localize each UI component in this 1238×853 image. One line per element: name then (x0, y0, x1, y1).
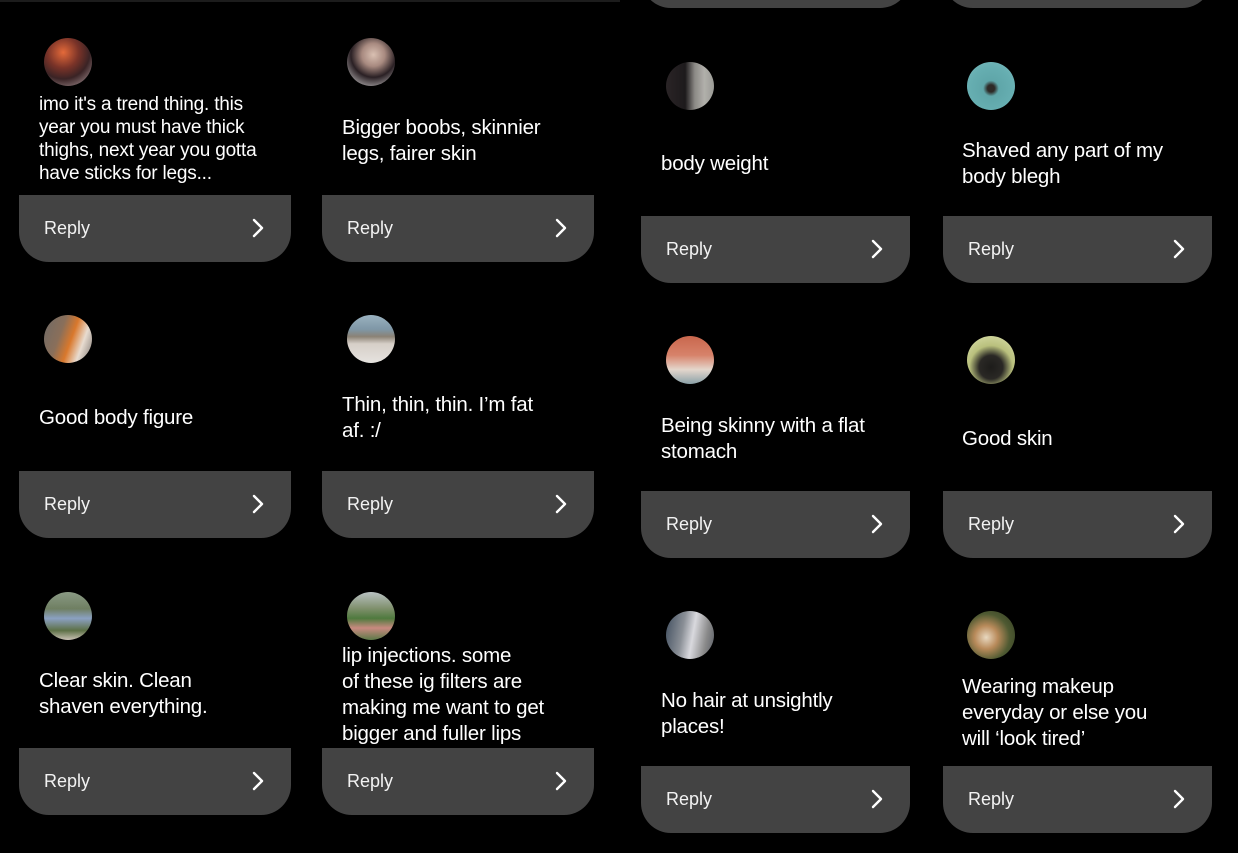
chevron-right-icon (252, 771, 264, 791)
avatar[interactable] (347, 38, 395, 86)
reply-button-partial[interactable] (943, 0, 1212, 8)
response-text: Thin, thin, thin. I’m fat af. :/ (342, 393, 533, 442)
chevron-right-icon (1173, 239, 1185, 259)
reply-label: Reply (347, 494, 394, 514)
avatar[interactable] (666, 62, 714, 110)
avatar[interactable] (967, 611, 1015, 659)
chevron-right-icon (555, 771, 567, 791)
response-text: Clear skin. Clean shaven everything. (39, 669, 208, 718)
chevron-right-icon (871, 239, 883, 259)
reply-label: Reply (968, 239, 1015, 259)
response-text: Good skin (962, 427, 1053, 450)
reply-label: Reply (347, 771, 394, 791)
avatar[interactable] (666, 611, 714, 659)
chevron-right-icon (1173, 789, 1185, 809)
reply-button[interactable]: Reply (641, 216, 910, 283)
reply-button[interactable]: Reply (19, 471, 291, 538)
response-text: Being skinny with a flat stomach (661, 414, 865, 463)
reply-button[interactable]: Reply (19, 195, 291, 262)
reply-button[interactable]: Reply (641, 491, 910, 558)
response-text: Good body figure (39, 406, 194, 429)
right-screenshot-panel: body weight Reply Shaved any part of my … (620, 0, 1238, 853)
avatar[interactable] (967, 62, 1015, 110)
response-text: body weight (661, 152, 769, 175)
avatar[interactable] (666, 336, 714, 384)
response-text: Shaved any part of my body blegh (962, 139, 1163, 188)
reply-label: Reply (666, 789, 713, 809)
avatar[interactable] (347, 315, 395, 363)
avatar[interactable] (44, 592, 92, 640)
chevron-right-icon (555, 494, 567, 514)
chevron-right-icon (871, 514, 883, 534)
reply-label: Reply (666, 514, 713, 534)
reply-label: Reply (347, 218, 394, 238)
chevron-right-icon (555, 218, 567, 238)
chevron-right-icon (252, 218, 264, 238)
reply-button[interactable]: Reply (943, 216, 1212, 283)
reply-label: Reply (44, 771, 91, 791)
reply-button[interactable]: Reply (19, 748, 291, 815)
reply-button[interactable]: Reply (322, 195, 594, 262)
top-divider (0, 0, 620, 2)
reply-button[interactable]: Reply (943, 491, 1212, 558)
reply-label: Reply (968, 514, 1015, 534)
avatar[interactable] (347, 592, 395, 640)
chevron-right-icon (252, 494, 264, 514)
reply-button-partial[interactable] (641, 0, 910, 8)
reply-button[interactable]: Reply (943, 766, 1212, 833)
left-screenshot-panel: imo it's a trend thing. this year you mu… (0, 0, 620, 853)
reply-button[interactable]: Reply (322, 471, 594, 538)
avatar[interactable] (44, 315, 92, 363)
reply-label: Reply (44, 218, 91, 238)
reply-label: Reply (968, 789, 1015, 809)
reply-label: Reply (44, 494, 91, 514)
response-text: Bigger boobs, skinnier legs, fairer skin (342, 116, 541, 165)
response-text: Wearing makeup everyday or else you will… (962, 675, 1148, 750)
reply-button[interactable]: Reply (322, 748, 594, 815)
response-text: No hair at unsightly places! (661, 689, 833, 738)
reply-label: Reply (666, 239, 713, 259)
avatar[interactable] (967, 336, 1015, 384)
response-text: imo it's a trend thing. this year you mu… (39, 94, 257, 184)
reply-button[interactable]: Reply (641, 766, 910, 833)
chevron-right-icon (1173, 514, 1185, 534)
avatar[interactable] (44, 38, 92, 86)
response-text: lip injections. some of these ig filters… (342, 644, 545, 745)
chevron-right-icon (871, 789, 883, 809)
